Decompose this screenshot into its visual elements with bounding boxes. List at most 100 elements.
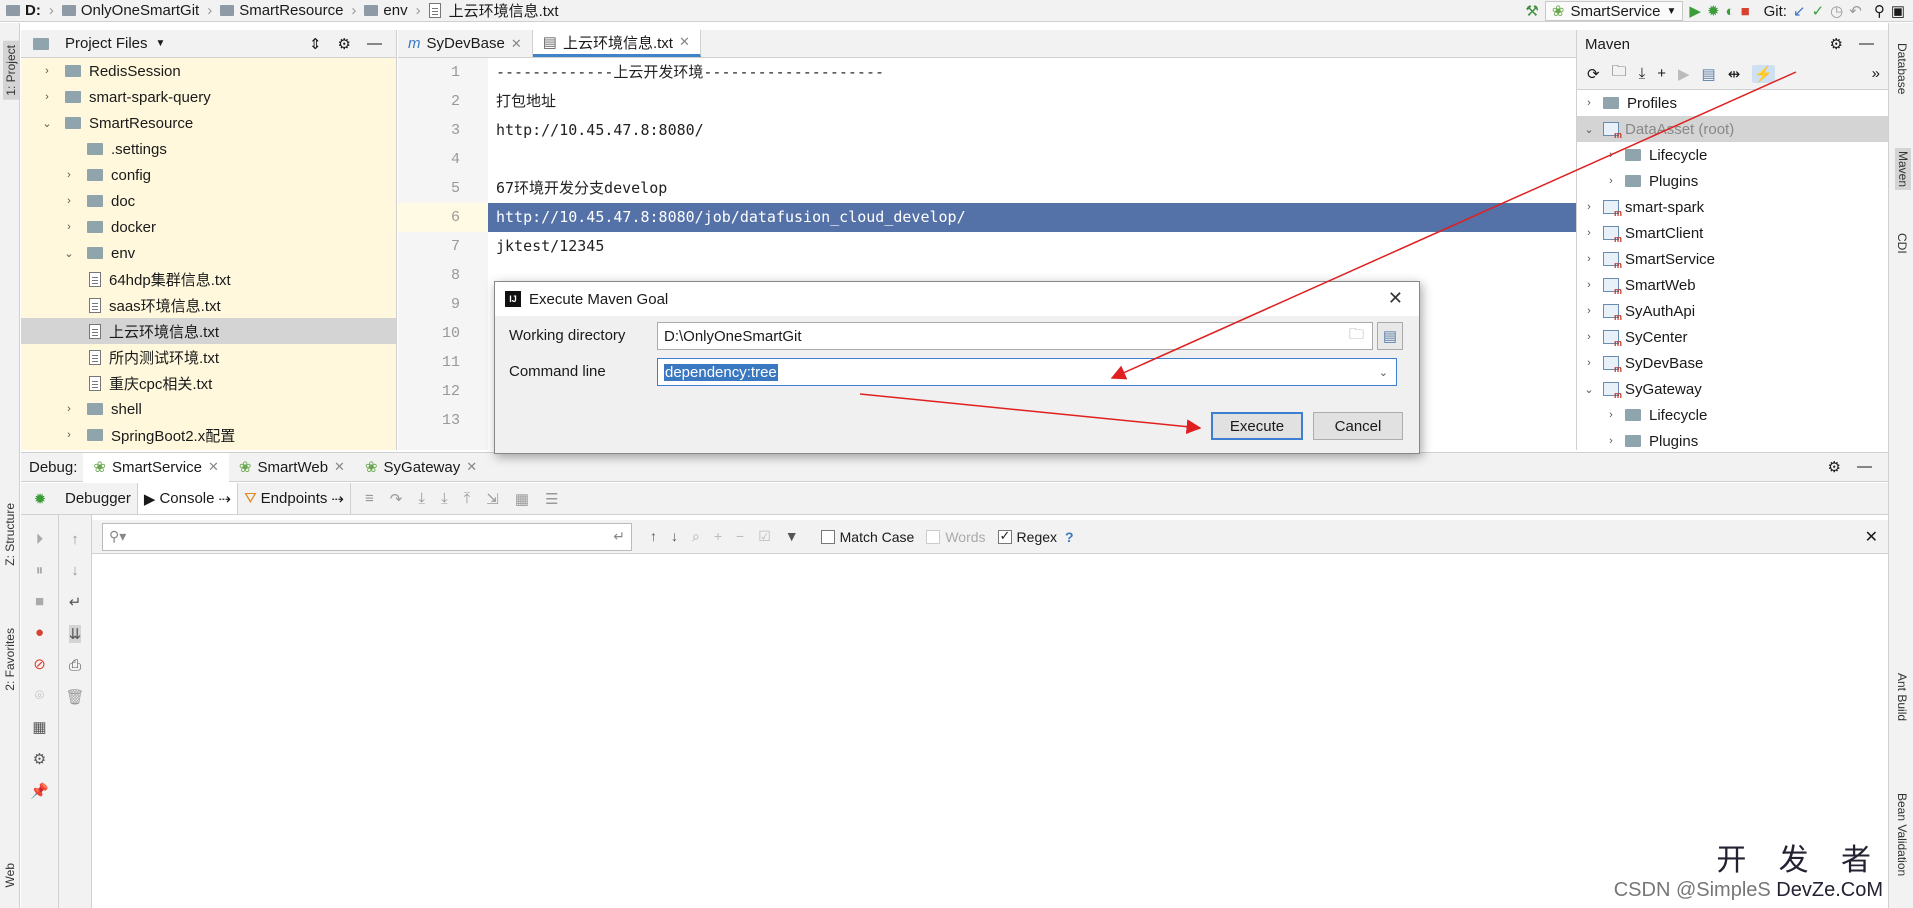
minimize-icon[interactable]: —	[1857, 458, 1872, 476]
breadcrumb-item[interactable]: SmartResource	[239, 2, 343, 19]
select-all-icon[interactable]: ☑	[758, 528, 771, 545]
history-icon[interactable]: ◷	[1830, 2, 1843, 20]
chevron-right-icon[interactable]: ›	[1583, 97, 1595, 109]
run-to-cursor-icon[interactable]: ⇲	[486, 490, 499, 508]
chevron-right-icon[interactable]: ›	[41, 91, 53, 103]
show-execution-point-icon[interactable]: ≡	[365, 490, 374, 508]
tree-item[interactable]: 重庆cpc相关.txt	[21, 370, 396, 396]
chevron-down-icon[interactable]: ⌄	[1379, 366, 1388, 379]
regex-option[interactable]: Regex	[997, 528, 1057, 545]
code-line[interactable]: -------------上云开发环境--------------------	[488, 58, 1576, 87]
cdi-tool-button[interactable]: CDI	[1895, 233, 1909, 254]
code-line[interactable]: 67环境开发分支develop	[488, 174, 1576, 203]
chevron-right-icon[interactable]: ›	[63, 169, 75, 181]
chevron-down-icon[interactable]: ⌄	[1583, 383, 1595, 396]
step-into-icon[interactable]: ⤓	[418, 490, 425, 508]
chevron-right-icon[interactable]: ›	[1583, 253, 1595, 265]
close-icon[interactable]: ✕	[334, 459, 345, 475]
step-out-icon[interactable]: ⤒	[464, 490, 471, 508]
maven-tool-button[interactable]: Maven	[1895, 148, 1911, 191]
run-config-select[interactable]: ❀ SmartService ▼	[1544, 1, 1684, 21]
chevron-right-icon[interactable]: ›	[1583, 305, 1595, 317]
git-update-icon[interactable]: ↙	[1793, 2, 1806, 20]
maven-tree-item[interactable]: › smart-spark	[1577, 194, 1888, 220]
coverage-icon[interactable]: ◐	[1726, 3, 1735, 20]
breadcrumb-item[interactable]: OnlyOneSmartGit	[81, 2, 199, 19]
toggle-offline-icon[interactable]: ⇹	[1728, 65, 1741, 83]
breadcrumb-item[interactable]: D:	[25, 2, 41, 19]
maven-tree-item[interactable]: › SmartClient	[1577, 220, 1888, 246]
add-selection-icon[interactable]: +	[714, 528, 722, 545]
chevron-right-icon[interactable]: ›	[63, 221, 75, 233]
maven-tree-item[interactable]: › Plugins	[1577, 428, 1888, 454]
tree-item[interactable]: 64hdp集群信息.txt	[21, 266, 396, 292]
pin-icon[interactable]: 📌	[30, 782, 49, 800]
tree-item[interactable]: › doc	[21, 188, 396, 214]
debug-subtab[interactable]: ▶ Console ⇢	[137, 483, 239, 514]
close-icon[interactable]: ✕	[511, 36, 522, 52]
close-icon[interactable]: ✕	[1865, 527, 1878, 547]
debug-icon[interactable]: ✹	[1707, 2, 1720, 20]
code-line[interactable]: http://10.45.47.8:8080/job/datafusion_cl…	[488, 203, 1576, 232]
command-line-field[interactable]: dependency:tree ⌄	[657, 358, 1397, 386]
maven-tree-item[interactable]: › Lifecycle	[1577, 142, 1888, 168]
find-all-icon[interactable]: ⌕	[692, 528, 700, 545]
close-icon[interactable]: ✕	[208, 459, 219, 475]
words-checkbox[interactable]	[926, 529, 941, 544]
view-breakpoints-icon[interactable]: ●	[35, 624, 44, 641]
step-over-icon[interactable]: ↷	[390, 490, 403, 508]
regex-checkbox[interactable]	[997, 528, 1012, 544]
web-tool-button[interactable]: Web	[3, 863, 17, 887]
chevron-right-icon[interactable]: ›	[1605, 435, 1617, 447]
chevron-right-icon[interactable]: ›	[1605, 149, 1617, 161]
maven-tree-item[interactable]: › Lifecycle	[1577, 402, 1888, 428]
match-case-checkbox[interactable]	[820, 529, 835, 544]
chevron-right-icon[interactable]: ›	[1583, 201, 1595, 213]
chevron-right-icon[interactable]: ›	[63, 195, 75, 207]
code-line[interactable]: http://10.45.47.8:8080/	[488, 116, 1576, 145]
minimize-icon[interactable]: —	[367, 35, 382, 53]
execute-goal-icon[interactable]: ▤	[1702, 65, 1716, 83]
mute-breakpoints-icon[interactable]: ⊘	[33, 655, 46, 673]
resume-icon[interactable]: ⏵	[36, 531, 44, 548]
chevron-right-icon[interactable]: ›	[41, 65, 53, 77]
soft-wrap-icon[interactable]: ↵	[69, 593, 82, 611]
clear-icon[interactable]: 🗑	[65, 688, 84, 706]
up-icon[interactable]: ↑	[71, 531, 79, 548]
search-icon[interactable]: ⚲	[1874, 2, 1885, 20]
chevron-right-icon[interactable]: ›	[1583, 331, 1595, 343]
scroll-to-end-icon[interactable]: ⇊	[68, 625, 82, 643]
ant-build-tool-button[interactable]: Ant Build	[1895, 673, 1909, 721]
run-maven-icon[interactable]: ▶	[1678, 65, 1690, 83]
evaluate-icon[interactable]: ▦	[515, 490, 529, 508]
debug-session-tab[interactable]: ❀ SmartWeb ✕	[229, 453, 355, 482]
working-directory-field[interactable]: D:\OnlyOneSmartGit 🗀	[657, 322, 1373, 350]
chevron-right-icon[interactable]: ›	[1583, 279, 1595, 291]
filter-icon[interactable]: ▼	[785, 528, 799, 545]
code-line[interactable]: jktest/12345	[488, 232, 1576, 261]
breadcrumb-item[interactable]: env	[383, 2, 407, 19]
close-icon[interactable]: ✕	[1388, 288, 1403, 309]
close-icon[interactable]: ✕	[679, 34, 690, 50]
chevron-down-icon[interactable]: ⌄	[63, 247, 75, 260]
debug-subtab[interactable]: ⛛ Endpoints ⇢	[238, 483, 351, 514]
camera-icon[interactable]: ⌾	[35, 687, 44, 704]
previous-occurrence-icon[interactable]: ↑	[650, 528, 657, 545]
tree-item[interactable]: › shell	[21, 396, 396, 422]
tree-item[interactable]: › RedisSession	[21, 58, 396, 84]
collapse-icon[interactable]: ⇕	[309, 35, 322, 53]
remove-selection-icon[interactable]: −	[736, 528, 744, 545]
add-icon[interactable]: +	[1657, 65, 1666, 82]
chevron-right-icon[interactable]: ›	[1583, 227, 1595, 239]
tree-item[interactable]: 上云环境信息.txt	[21, 318, 396, 344]
regex-help-link[interactable]: ?	[1065, 529, 1074, 545]
console-search-input[interactable]: ⚲▾ ↵	[102, 522, 632, 551]
chevron-down-icon[interactable]: ▼	[156, 38, 166, 49]
editor-tab[interactable]: ▤ 上云环境信息.txt ✕	[532, 30, 701, 57]
project-tool-button[interactable]: 1: Project	[3, 41, 19, 100]
breadcrumb-item[interactable]: 上云环境信息.txt	[449, 0, 559, 21]
chevron-down-icon[interactable]: ⌄	[1583, 123, 1595, 136]
chevron-right-icon[interactable]: ›	[63, 403, 75, 415]
hammer-icon[interactable]: ⚒	[1525, 2, 1538, 20]
skip-tests-icon[interactable]: ⚡	[1752, 64, 1775, 83]
